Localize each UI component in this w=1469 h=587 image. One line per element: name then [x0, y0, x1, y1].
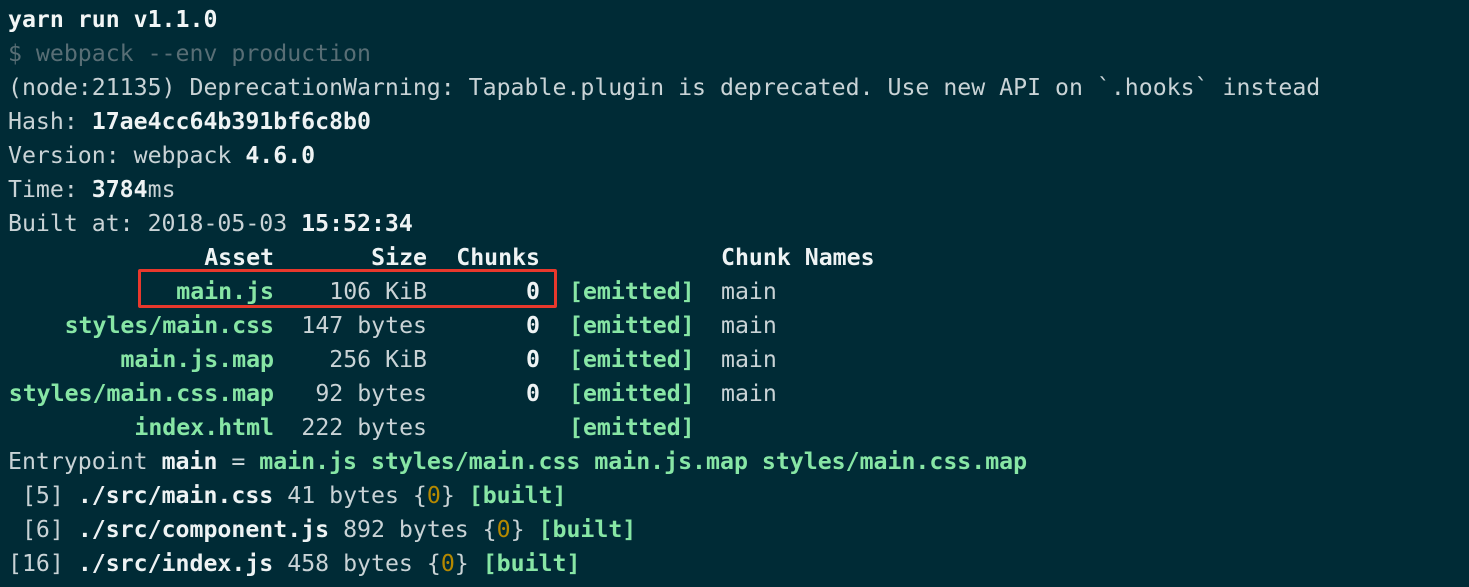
entrypoint-line: Entrypoint main = main.js styles/main.cs…	[8, 445, 1027, 479]
asset-name: styles/main.css	[64, 312, 274, 339]
module-path: ./src/index.js	[77, 550, 274, 577]
asset-size: 147 bytes	[301, 312, 427, 339]
asset-name: index.html	[134, 414, 274, 441]
entrypoint-name: main	[161, 448, 218, 475]
entrypoint-label: Entrypoint	[8, 448, 162, 475]
asset-status: [emitted]	[569, 380, 695, 407]
module-size: 458 bytes	[287, 550, 413, 577]
module-size: 892 bytes	[343, 516, 469, 543]
built-at-time: 15:52:34	[301, 210, 413, 237]
module-chunk: 0	[440, 550, 455, 577]
module-chunk: 0	[496, 516, 511, 543]
built-at-label: Built at: 2018-05-03	[8, 210, 302, 237]
header-chunk-names: Chunk Names	[721, 244, 875, 271]
module-status: [built]	[538, 516, 637, 543]
asset-chunk: 0	[526, 346, 540, 373]
deprecation-warning: (node:21135) DeprecationWarning: Tapable…	[8, 74, 1321, 101]
hash-label: Hash:	[8, 108, 92, 135]
built-at-line: Built at: 2018-05-03 15:52:34	[8, 207, 413, 241]
terminal-window: yarn run v1.1.0 $ webpack --env producti…	[0, 0, 1469, 587]
asset-chunk-name: main	[721, 380, 777, 407]
command-title: yarn run v1.1.0	[8, 6, 218, 33]
asset-status: [emitted]	[569, 278, 695, 305]
asset-status: [emitted]	[569, 414, 695, 441]
module-brace-close: }	[454, 550, 469, 577]
module-brace-open: {	[426, 550, 441, 577]
asset-name: main.js	[176, 278, 274, 305]
asset-chunk: 0	[526, 312, 540, 339]
time-value: 3784	[91, 176, 148, 203]
module-id: [6]	[8, 516, 64, 543]
module-line: [6] ./src/component.js 892 bytes {0} [bu…	[8, 513, 636, 547]
asset-status: [emitted]	[569, 312, 695, 339]
time-line: Time: 3784ms	[8, 173, 176, 207]
header-asset: Asset	[204, 244, 274, 271]
module-brace-close: }	[510, 516, 525, 543]
entrypoint-files: main.js styles/main.css main.js.map styl…	[259, 448, 1028, 475]
hash-value: 17ae4cc64b391bf6c8b0	[91, 108, 371, 135]
asset-chunk-name: main	[721, 312, 777, 339]
shell-command: $ webpack --env production	[8, 40, 371, 67]
asset-chunk-name: main	[721, 346, 777, 373]
module-line: [5] ./src/main.css 41 bytes {0} [built]	[8, 479, 567, 513]
module-id: [5]	[8, 482, 64, 509]
asset-size: 256 KiB	[329, 346, 427, 373]
time-label: Time:	[8, 176, 92, 203]
asset-size: 222 bytes	[301, 414, 427, 441]
asset-name: main.js.map	[120, 346, 274, 373]
module-status: [built]	[468, 482, 567, 509]
asset-chunk	[440, 411, 540, 445]
hash-line: Hash: 17ae4cc64b391bf6c8b0	[8, 105, 371, 139]
module-size: 41 bytes	[287, 482, 399, 509]
time-unit: ms	[147, 176, 176, 203]
version-label: Version: webpack	[8, 142, 246, 169]
module-path: ./src/main.css	[77, 482, 274, 509]
module-chunk: 0	[426, 482, 441, 509]
module-path: ./src/component.js	[77, 516, 330, 543]
header-size: Size	[371, 244, 427, 271]
asset-chunk-name: main	[721, 278, 777, 305]
module-brace-close: }	[440, 482, 455, 509]
module-status: [built]	[482, 550, 581, 577]
version-value: 4.6.0	[245, 142, 316, 169]
asset-size: 106 KiB	[329, 278, 427, 305]
asset-chunk: 0	[526, 380, 540, 407]
version-line: Version: webpack 4.6.0	[8, 139, 315, 173]
asset-size: 92 bytes	[315, 380, 427, 407]
module-id: [16]	[8, 550, 64, 577]
module-line: [16] ./src/index.js 458 bytes {0} [built…	[8, 547, 580, 581]
entrypoint-equals: =	[217, 448, 260, 475]
module-brace-open: {	[412, 482, 427, 509]
module-brace-open: {	[482, 516, 497, 543]
header-chunks: Chunks	[456, 244, 540, 271]
asset-name: styles/main.css.map	[8, 380, 274, 407]
asset-status: [emitted]	[569, 346, 695, 373]
asset-chunk: 0	[526, 278, 540, 305]
